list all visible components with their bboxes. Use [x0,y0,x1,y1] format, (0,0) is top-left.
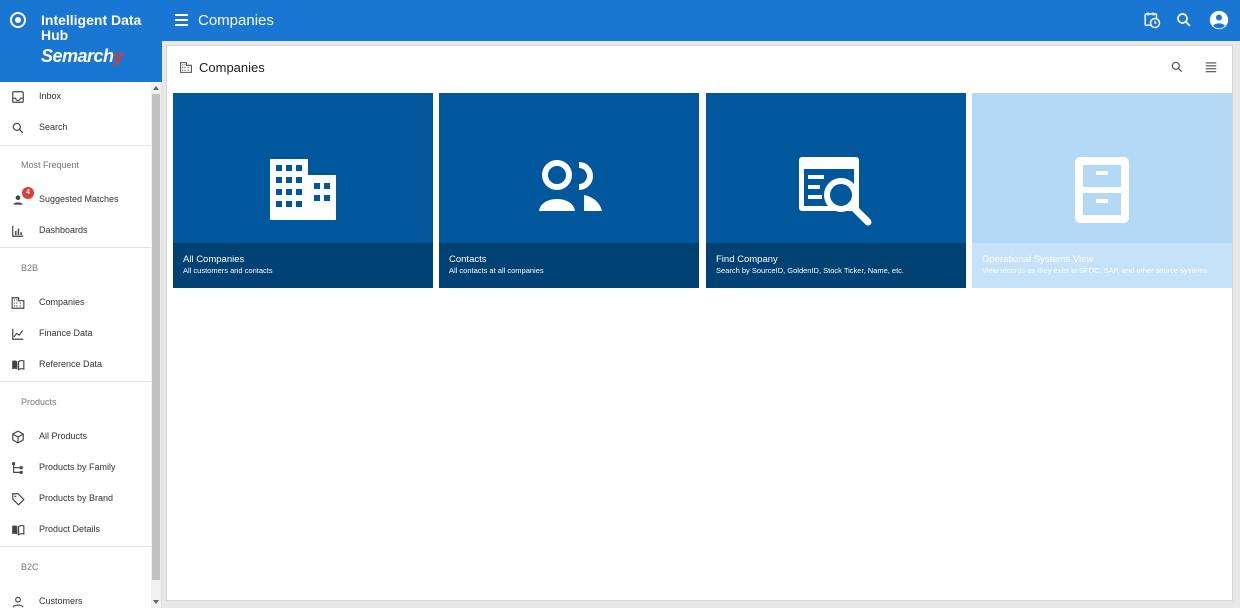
tile-subtitle: All contacts at all companies [449,266,544,275]
search-icon [12,122,24,134]
section-label-b2b: B2B [21,263,39,273]
tile-caption: Operational Systems View View records as… [972,243,1232,288]
tile-operational-systems-view[interactable]: Operational Systems View View records as… [972,93,1232,288]
main-panel: Companies All Companies All customers an… [166,45,1233,601]
find-record-icon [799,157,872,226]
person-icon [12,596,24,608]
top-app-bar: Companies [0,0,1240,41]
building-icon [270,159,336,220]
tile-all-companies[interactable]: All Companies All customers and contacts [173,93,433,288]
sidebar-item-search[interactable]: Search [0,113,151,143]
sidebar-item-finance-data[interactable]: Finance Data [0,319,151,349]
tile-title: Find Company [716,254,778,265]
tile-caption: Contacts All contacts at all companies [439,243,699,288]
tile-find-company[interactable]: Find Company Search by SourceID, GoldenI… [706,93,966,288]
tile-contacts[interactable]: Contacts All contacts at all companies [439,93,699,288]
sidebar-item-label: All Products [39,431,88,441]
building-icon [11,297,25,309]
tree-icon [12,462,23,474]
app-brand: Intelligent Data Hub Semarchy [0,0,162,82]
sidebar-item-label: Inbox [39,91,62,101]
building-icon [180,62,192,73]
divider [0,145,151,146]
sidebar-item-label: Finance Data [39,328,93,338]
scrollbar-thumb[interactable] [152,94,160,580]
wordmark-main: Semarch [41,46,114,66]
sidebar-item-label: Suggested Matches [39,194,119,204]
sidebar-item-label: Companies [39,297,85,307]
book-icon [12,359,25,371]
section-label-b2c: B2C [21,562,39,572]
people-icon [539,160,602,211]
sidebar-item-label: Product Details [39,524,101,534]
search-icon[interactable] [1175,11,1193,29]
tile-caption: Find Company Search by SourceID, GoldenI… [706,243,966,288]
box-icon [12,430,24,444]
tag-icon [12,493,25,506]
sidebar-scrollbar[interactable] [151,82,161,608]
section-label-most-frequent: Most Frequent [21,160,80,170]
sidebar-item-label: Products by Brand [39,493,114,503]
wordmark: Semarchy [41,46,124,67]
book-icon [12,524,25,536]
divider [0,381,151,382]
list-icon[interactable] [1204,60,1218,74]
sidebar-item-dashboards[interactable]: Dashboards [0,216,151,246]
section-label-products: Products [21,397,57,407]
sidebar-item-label: Customers [39,596,83,606]
sidebar-item-all-products[interactable]: All Products [0,422,151,452]
sidebar-item-label: Search [39,122,68,132]
sidebar-item-reference-data[interactable]: Reference Data [0,350,151,380]
divider [0,247,151,248]
sidebar-item-companies[interactable]: Companies [0,288,151,318]
sidebar-item-products-by-family[interactable]: Products by Family [0,453,151,483]
panel-title: Companies [199,60,265,75]
tile-subtitle: View records as they exist in SFDC, SAP,… [982,266,1208,275]
account-circle-icon[interactable] [1209,10,1229,30]
sidebar-item-products-by-brand[interactable]: Products by Brand [0,484,151,514]
app-title: Intelligent Data Hub [41,12,142,43]
file-cabinet-icon [1075,157,1129,223]
sidebar-item-customers[interactable]: Customers [0,587,151,608]
line-chart-icon [12,328,24,340]
notification-badge: 4 [22,187,34,199]
bar-chart-icon [12,225,24,237]
sidebar-item-suggested-matches[interactable]: 4 Suggested Matches [0,185,151,215]
scroll-down-arrow-icon[interactable] [153,600,159,604]
sidebar-item-label: Products by Family [39,462,116,472]
sidebar-item-product-details[interactable]: Product Details [0,515,151,545]
tile-title: Operational Systems View [982,254,1094,265]
tile-title: Contacts [449,254,487,265]
tile-subtitle: Search by SourceID, GoldenID, Stock Tick… [716,266,904,275]
search-icon[interactable] [1170,60,1184,74]
app-logo-icon [10,12,26,28]
page-heading: Companies [198,12,274,29]
divider [0,546,151,547]
sidebar-item-inbox[interactable]: Inbox [0,82,151,112]
sidebar: Inbox Search Most Frequent 4 Suggested M… [0,82,162,608]
tile-subtitle: All customers and contacts [183,266,273,275]
inbox-icon [12,91,24,103]
sidebar-item-label: Dashboards [39,225,88,235]
wordmark-accent: y [113,46,124,66]
scroll-up-arrow-icon[interactable] [153,86,159,90]
menu-icon[interactable] [175,14,188,26]
tile-title: All Companies [183,254,245,265]
tile-caption: All Companies All customers and contacts [173,243,433,288]
calendar-clock-icon[interactable] [1143,11,1161,29]
sidebar-item-label: Reference Data [39,359,103,369]
